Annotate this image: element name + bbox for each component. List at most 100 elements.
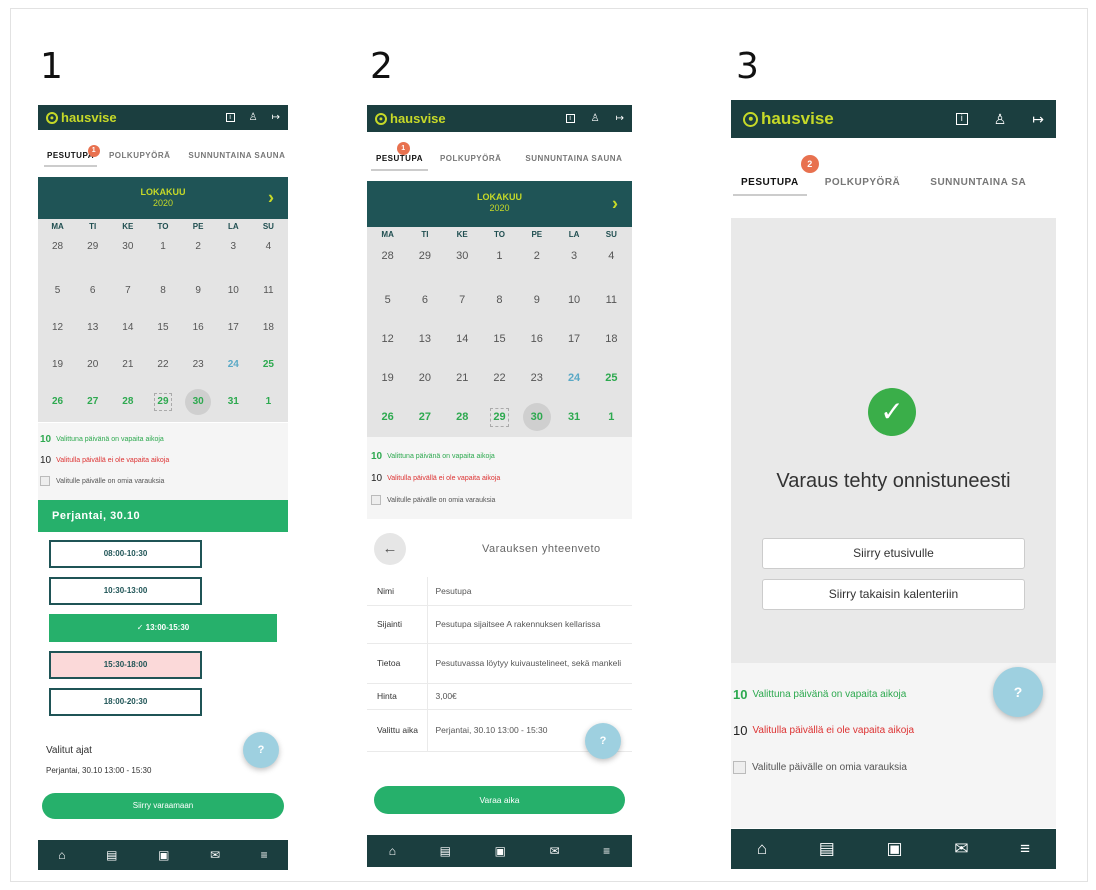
contact-card-icon[interactable]: ▣: [887, 839, 903, 859]
calendar-day[interactable]: 4: [251, 235, 286, 272]
calendar-day[interactable]: 23: [181, 346, 216, 383]
time-slot[interactable]: 08:00-10:30: [49, 540, 202, 568]
calendar-day[interactable]: 14: [444, 320, 481, 359]
calendar-day[interactable]: 28: [40, 235, 75, 272]
logout-icon[interactable]: ↦: [272, 112, 280, 123]
calendar-day[interactable]: 24: [216, 346, 251, 383]
calendar-day[interactable]: 1: [251, 383, 286, 420]
calendar-day[interactable]: 10: [216, 272, 251, 309]
back-button[interactable]: ←: [374, 533, 406, 565]
tab-polkupyora[interactable]: POLKUPYÖRÄ: [440, 154, 501, 171]
home-icon[interactable]: ⌂: [389, 844, 396, 858]
calendar-day[interactable]: 13: [75, 309, 110, 346]
tab-polkupyora[interactable]: POLKUPYÖRÄ: [825, 177, 901, 196]
contact-card-icon[interactable]: ▣: [158, 848, 169, 862]
proceed-button[interactable]: Siirry varaamaan: [42, 793, 284, 819]
info-icon[interactable]: i: [225, 113, 235, 122]
calendar-day[interactable]: 2: [518, 243, 555, 281]
calendar-day[interactable]: 11: [593, 281, 630, 320]
calendar-day[interactable]: 16: [181, 309, 216, 346]
logo[interactable]: hausvise: [375, 111, 446, 126]
calendar-day[interactable]: 27: [406, 398, 443, 437]
chevron-right-icon[interactable]: ›: [612, 195, 618, 213]
calendar-day[interactable]: 8: [481, 281, 518, 320]
calendar-day-selected[interactable]: 30: [518, 398, 555, 437]
calendar-day[interactable]: 29: [75, 235, 110, 272]
calendar-day[interactable]: 28: [444, 398, 481, 437]
calendar-day[interactable]: 30: [110, 235, 145, 272]
calendar-day[interactable]: 20: [406, 359, 443, 398]
calendar-day[interactable]: 4: [593, 243, 630, 281]
calendar-day[interactable]: 27: [75, 383, 110, 420]
calendar-day[interactable]: 3: [555, 243, 592, 281]
calendar-day[interactable]: 19: [40, 346, 75, 383]
calendar-day[interactable]: 9: [518, 281, 555, 320]
user-icon[interactable]: ♙: [249, 112, 258, 123]
calendar-day[interactable]: 28: [110, 383, 145, 420]
calendar-day[interactable]: 11: [251, 272, 286, 309]
contact-card-icon[interactable]: ▣: [495, 844, 506, 858]
calendar-day[interactable]: 30: [444, 243, 481, 281]
calendar-day[interactable]: 6: [406, 281, 443, 320]
calendar-day[interactable]: 22: [145, 346, 180, 383]
logout-icon[interactable]: ↦: [1032, 111, 1044, 128]
calendar-day[interactable]: 12: [40, 309, 75, 346]
calendar-day[interactable]: 14: [110, 309, 145, 346]
time-slot[interactable]: 10:30-13:00: [49, 577, 202, 605]
tab-sunnuntaina-sauna[interactable]: SUNNUNTAINA SA: [930, 177, 1026, 196]
menu-icon[interactable]: ≡: [261, 848, 268, 862]
news-icon[interactable]: ▤: [819, 839, 835, 859]
info-icon[interactable]: i: [955, 113, 968, 125]
calendar-day[interactable]: 26: [40, 383, 75, 420]
mail-icon[interactable]: ✉: [550, 844, 560, 858]
info-icon[interactable]: i: [565, 114, 575, 123]
calendar-day[interactable]: 25: [251, 346, 286, 383]
calendar-day[interactable]: 23: [518, 359, 555, 398]
calendar-day[interactable]: 15: [145, 309, 180, 346]
calendar-day[interactable]: 31: [216, 383, 251, 420]
calendar-day[interactable]: 16: [518, 320, 555, 359]
menu-icon[interactable]: ≡: [603, 844, 610, 858]
news-icon[interactable]: ▤: [106, 848, 117, 862]
go-home-button[interactable]: Siirry etusivulle: [762, 538, 1025, 569]
book-button[interactable]: Varaa aika: [374, 786, 625, 814]
back-to-calendar-button[interactable]: Siirry takaisin kalenteriin: [762, 579, 1025, 610]
mail-icon[interactable]: ✉: [954, 839, 968, 859]
help-icon[interactable]: ?: [243, 732, 279, 768]
time-slot-full[interactable]: 15:30-18:00: [49, 651, 202, 679]
user-icon[interactable]: ♙: [591, 113, 600, 124]
calendar-day[interactable]: 28: [369, 243, 406, 281]
logo[interactable]: hausvise: [743, 109, 834, 129]
calendar-day[interactable]: 18: [251, 309, 286, 346]
calendar-day[interactable]: 24: [555, 359, 592, 398]
calendar-day[interactable]: 10: [555, 281, 592, 320]
mail-icon[interactable]: ✉: [210, 848, 220, 862]
help-icon[interactable]: ?: [993, 667, 1043, 717]
calendar-day[interactable]: 9: [181, 272, 216, 309]
calendar-day[interactable]: 5: [369, 281, 406, 320]
calendar-day[interactable]: 19: [369, 359, 406, 398]
calendar-day[interactable]: 31: [555, 398, 592, 437]
tab-pesutupa[interactable]: 1 PESUTUPA: [44, 145, 100, 167]
calendar-day[interactable]: 13: [406, 320, 443, 359]
calendar-day[interactable]: 15: [481, 320, 518, 359]
logout-icon[interactable]: ↦: [616, 113, 624, 124]
calendar-day[interactable]: 7: [444, 281, 481, 320]
calendar-day[interactable]: 21: [110, 346, 145, 383]
calendar-day[interactable]: 1: [593, 398, 630, 437]
tab-sunnuntaina-sauna[interactable]: SUNNUNTAINA SAUNA: [188, 151, 285, 167]
home-icon[interactable]: ⌂: [58, 848, 65, 862]
news-icon[interactable]: ▤: [440, 844, 451, 858]
calendar-day[interactable]: 22: [481, 359, 518, 398]
logo[interactable]: hausvise: [46, 110, 117, 125]
calendar-day[interactable]: 18: [593, 320, 630, 359]
calendar-day[interactable]: 7: [110, 272, 145, 309]
calendar-day[interactable]: 26: [369, 398, 406, 437]
calendar-day[interactable]: 1: [481, 243, 518, 281]
user-icon[interactable]: ♙: [994, 111, 1007, 128]
tab-sunnuntaina-sauna[interactable]: SUNNUNTAINA SAUNA: [525, 154, 622, 171]
calendar-day[interactable]: 1: [145, 235, 180, 272]
calendar-day-selected[interactable]: 30: [181, 383, 216, 420]
calendar-day[interactable]: 8: [145, 272, 180, 309]
calendar-day[interactable]: 17: [216, 309, 251, 346]
